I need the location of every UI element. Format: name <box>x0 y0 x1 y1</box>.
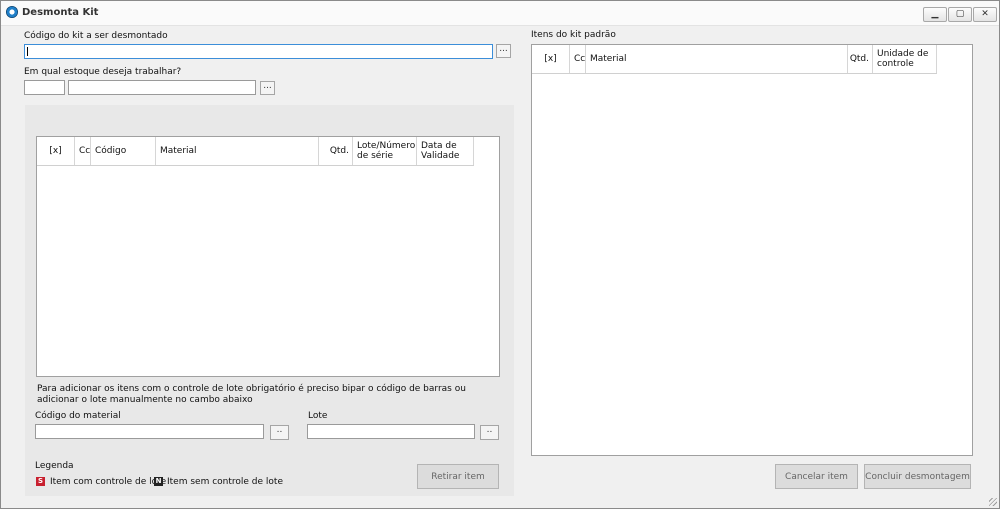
window-title: Desmonta Kit <box>22 7 99 18</box>
column-header-code[interactable]: Código <box>91 137 156 165</box>
kit-default-items-title: Itens do kit padrão <box>531 30 616 40</box>
lot-browse-button[interactable]: .. <box>480 425 499 440</box>
column-header-qty[interactable]: Qtd. <box>848 45 873 73</box>
legend-no-lot-control-label: Item sem controle de lote <box>167 477 283 487</box>
column-header-cc[interactable]: Cc <box>570 45 586 73</box>
kit-default-items-grid[interactable]: [x] Cc Material Qtd. Unidade de controle <box>531 44 973 456</box>
column-header-expiry[interactable]: Data de Validade <box>417 137 474 165</box>
stock-code-input[interactable] <box>24 80 65 95</box>
column-header-control-unit[interactable]: Unidade de controle <box>873 45 937 73</box>
kit-browse-button[interactable]: ... <box>496 44 511 58</box>
lot-input[interactable] <box>307 424 475 439</box>
text-caret <box>27 47 28 56</box>
lot-label: Lote <box>308 411 328 421</box>
lot-instruction-text: Para adicionar os itens com o controle d… <box>37 384 466 405</box>
kit-code-input[interactable] <box>24 44 493 59</box>
kit-items-grid[interactable]: [x] Cc Código Material Qtd. Lote/Número … <box>36 136 500 377</box>
column-header-lot-serial[interactable]: Lote/Número de série <box>353 137 417 165</box>
remove-item-button[interactable]: Retirar item <box>417 464 499 489</box>
resize-grip-icon[interactable] <box>989 498 997 506</box>
stock-name-input[interactable] <box>68 80 256 95</box>
legend-title: Legenda <box>35 461 74 471</box>
desmonta-kit-window: Desmonta Kit ▁ ▢ ✕ Código do kit a ser d… <box>0 0 1000 509</box>
lot-controlled-badge-icon: S <box>36 477 45 486</box>
column-header-cc[interactable]: Cc <box>75 137 91 165</box>
stock-browse-button[interactable]: ... <box>260 81 275 95</box>
cancel-item-button[interactable]: Cancelar item <box>775 464 858 489</box>
title-bar: Desmonta Kit ▁ ▢ ✕ <box>1 1 999 26</box>
material-code-input[interactable] <box>35 424 264 439</box>
kit-default-items-grid-header: [x] Cc Material Qtd. Unidade de controle <box>532 45 937 74</box>
legend-lot-controlled-label: Item com controle de lote <box>50 477 167 487</box>
close-button[interactable]: ✕ <box>973 7 997 22</box>
app-icon <box>6 6 18 18</box>
finish-disassembly-button[interactable]: Concluir desmontagem <box>864 464 971 489</box>
no-lot-control-badge-icon: N <box>154 477 163 486</box>
kit-code-label: Código do kit a ser desmontado <box>24 31 168 41</box>
kit-items-grid-header: [x] Cc Código Material Qtd. Lote/Número … <box>37 137 474 166</box>
material-browse-button[interactable]: .. <box>270 425 289 440</box>
column-header-select[interactable]: [x] <box>37 137 75 165</box>
maximize-button[interactable]: ▢ <box>948 7 972 22</box>
material-code-label: Código do material <box>35 411 121 421</box>
minimize-button[interactable]: ▁ <box>923 7 947 22</box>
column-header-select[interactable]: [x] <box>532 45 570 73</box>
column-header-material[interactable]: Material <box>156 137 319 165</box>
column-header-qty[interactable]: Qtd. <box>319 137 353 165</box>
column-header-material[interactable]: Material <box>586 45 848 73</box>
stock-label: Em qual estoque deseja trabalhar? <box>24 67 182 77</box>
